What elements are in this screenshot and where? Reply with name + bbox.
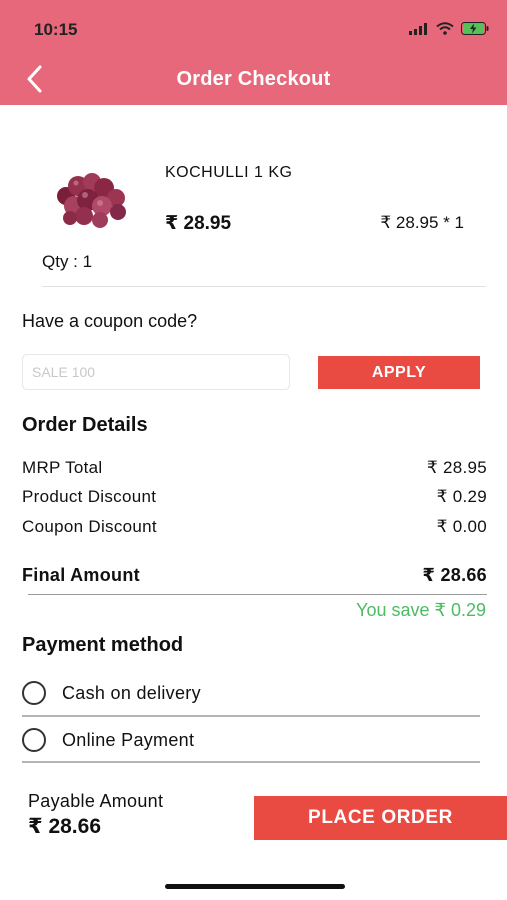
radio-button[interactable] <box>22 681 46 705</box>
payable-amount-label: Payable Amount <box>28 791 164 811</box>
place-order-button[interactable]: PLACE ORDER <box>254 796 507 840</box>
wifi-icon <box>436 22 454 35</box>
status-icons <box>409 22 489 35</box>
product-unit-price-qty: ₹ 28.95 * 1 <box>380 213 464 232</box>
final-amount-value: ₹ 28.66 <box>422 565 487 585</box>
apply-coupon-button[interactable]: APPLY <box>318 356 480 389</box>
divider <box>22 761 480 763</box>
payment-option-label: Online Payment <box>62 729 195 750</box>
divider <box>22 715 480 717</box>
product-discount-row: Product Discount ₹ 0.29 <box>22 487 487 507</box>
row-label: MRP Total <box>22 458 103 477</box>
cellular-signal-icon <box>409 22 427 35</box>
final-amount-row: Final Amount ₹ 28.66 <box>22 565 487 586</box>
payable-amount-value: ₹ 28.66 <box>28 815 101 838</box>
home-indicator[interactable] <box>165 884 345 889</box>
row-label: Coupon Discount <box>22 517 157 536</box>
page-title: Order Checkout <box>176 68 331 90</box>
final-amount-label: Final Amount <box>22 565 140 585</box>
product-price: ₹ 28.95 <box>165 213 232 234</box>
row-value: ₹ 28.95 <box>426 458 487 477</box>
product-qty: Qty : 1 <box>42 252 93 271</box>
status-time: 10:15 <box>34 20 78 39</box>
mrp-total-row: MRP Total ₹ 28.95 <box>22 458 487 478</box>
coupon-discount-row: Coupon Discount ₹ 0.00 <box>22 517 487 537</box>
payment-option-label: Cash on delivery <box>62 682 201 703</box>
coupon-code-input[interactable] <box>22 354 290 390</box>
battery-charging-icon <box>461 22 489 35</box>
payment-option-cash-on-delivery[interactable]: Cash on delivery <box>22 681 201 705</box>
coupon-question: Have a coupon code? <box>22 311 198 331</box>
radio-button[interactable] <box>22 728 46 752</box>
row-value: ₹ 0.29 <box>436 487 487 506</box>
payment-option-online[interactable]: Online Payment <box>22 728 194 752</box>
savings-text: You save ₹ 0.29 <box>356 600 486 620</box>
payment-method-title: Payment method <box>22 634 184 656</box>
app-header: 10:15 Order Checkout <box>0 0 507 105</box>
row-label: Product Discount <box>22 487 157 506</box>
row-value: ₹ 0.00 <box>436 517 487 536</box>
order-details-title: Order Details <box>22 414 148 436</box>
divider <box>42 286 486 287</box>
product-name: KOCHULLI 1 KG <box>165 164 293 181</box>
divider <box>28 594 487 595</box>
product-image <box>57 173 126 228</box>
